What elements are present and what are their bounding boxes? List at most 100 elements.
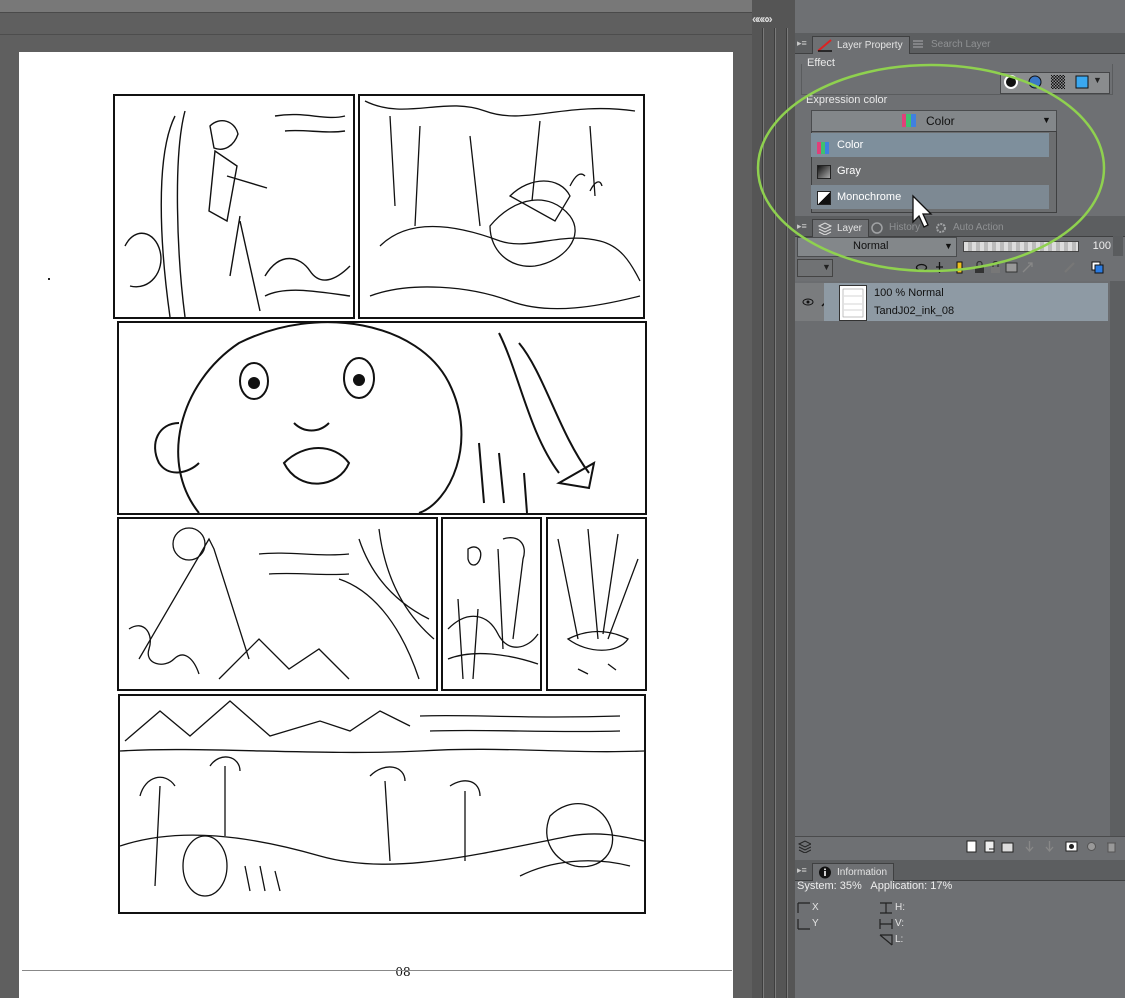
comic-panel-1 [113, 94, 355, 319]
opacity-value[interactable]: 100 [1081, 237, 1111, 255]
comic-panel-6 [546, 517, 647, 691]
h-size-icon [879, 902, 893, 914]
delete-layer-icon[interactable] [1105, 840, 1118, 853]
l-length-icon [879, 934, 893, 946]
option-color-label: Color [837, 139, 864, 151]
layer-property-tabbar: ▸≡ Layer Property Search Layer [795, 33, 1125, 54]
lock-layer-icon[interactable] [973, 260, 986, 274]
layer-row[interactable]: 100 % Normal TandJ02_ink_08 [824, 283, 1108, 321]
canvas-divider [0, 34, 752, 35]
comic-panel-7 [118, 694, 646, 914]
h-label: H: [895, 902, 905, 913]
option-gray[interactable]: Gray [811, 159, 1049, 183]
comic-panel-4 [117, 517, 438, 691]
create-mask-icon[interactable] [1065, 840, 1078, 853]
effect-more-chevron-icon[interactable]: ▼ [1093, 75, 1102, 85]
memory-usage-text: System: 35% Application: 17% [797, 880, 953, 892]
new-folder-icon[interactable] [1001, 840, 1014, 853]
option-gray-label: Gray [837, 165, 861, 177]
auto-action-icon [933, 221, 949, 234]
layer-color-effect-button[interactable] [1073, 73, 1091, 91]
layer-color-swatch-icon[interactable] [1091, 261, 1104, 274]
tab-layer-property-label: Layer Property [837, 40, 903, 51]
ruler-icon[interactable] [1063, 261, 1076, 274]
lock-transparency-icon[interactable] [989, 260, 1002, 274]
expression-color-selected: Color [926, 114, 955, 128]
tab-auto-action-label: Auto Action [953, 222, 1004, 233]
layer-property-icon [817, 39, 833, 52]
canvas-title-bar [0, 0, 752, 13]
v-size-icon [879, 918, 893, 930]
expression-color-label: Expression color [806, 94, 888, 106]
comic-panel-3 [117, 321, 647, 515]
right-dock-panel: ▸≡ Layer Property Search Layer Effect ▼ … [795, 0, 1125, 998]
info-panel-menu-grip-icon[interactable]: ▸≡ [797, 865, 807, 875]
comic-panel-2 [358, 94, 645, 319]
tab-history-label: History [889, 222, 921, 233]
tab-history[interactable]: History [865, 219, 926, 236]
information-tabbar: ▸≡ Information [795, 860, 1125, 881]
transfer-down-icon[interactable] [1023, 840, 1036, 853]
opacity-spin[interactable] [1113, 236, 1123, 256]
monochrome-mode-icon [817, 191, 831, 205]
mask-icon[interactable] [1005, 261, 1018, 274]
search-layer-icon [911, 38, 927, 51]
layer-name: TandJ02_ink_08 [874, 305, 955, 317]
clipping-icon[interactable] [1021, 261, 1034, 274]
tab-layer-label: Layer [837, 223, 863, 234]
merge-down-icon[interactable] [1043, 840, 1056, 853]
opacity-slider[interactable] [963, 241, 1079, 252]
tone-effect-button[interactable] [1026, 73, 1044, 91]
blend-mode-dropdown[interactable]: Normal ▼ [797, 237, 957, 257]
layer-list[interactable] [795, 281, 1110, 836]
tab-information[interactable]: Information [812, 863, 895, 881]
option-monochrome[interactable]: Monochrome [811, 185, 1049, 209]
tab-search-layer[interactable]: Search Layer [907, 36, 996, 53]
tab-information-label: Information [837, 867, 888, 878]
canvas-edge-line [22, 970, 732, 971]
visibility-eye-icon[interactable] [802, 297, 814, 307]
reference-layer-icon[interactable] [933, 261, 946, 274]
new-raster-layer-icon[interactable] [965, 840, 978, 853]
draft-layer-icon[interactable] [953, 261, 966, 274]
tab-layer[interactable]: Layer [812, 219, 870, 237]
blend-mode-chevron-icon: ▼ [944, 241, 953, 251]
option-monochrome-label: Monochrome [837, 191, 902, 203]
option-color[interactable]: Color [811, 133, 1049, 157]
lock-transparent-icon[interactable] [915, 261, 928, 274]
expression-color-dropdown[interactable]: Color ▼ [811, 110, 1057, 132]
x-position-icon [797, 902, 811, 914]
new-vector-layer-icon[interactable] [983, 840, 996, 853]
comic-panel-5 [441, 517, 542, 691]
dock-separator [752, 0, 795, 998]
blend-mode-value: Normal [853, 240, 889, 252]
y-position-icon [797, 918, 811, 930]
x-label: X [812, 902, 819, 913]
page-number: 08 [395, 965, 411, 979]
layer-opacity-mode: 100 % Normal [874, 287, 944, 299]
layer-color-chevron-icon: ▼ [822, 262, 831, 272]
dropdown-chevron-icon: ▼ [1042, 115, 1051, 125]
layer-list-scrollbar[interactable] [1110, 281, 1125, 836]
layer-panel-menu-grip-icon[interactable]: ▸≡ [797, 221, 807, 231]
apply-mask-icon[interactable] [1085, 840, 1098, 853]
information-icon [817, 866, 833, 879]
l-label: L: [895, 934, 904, 945]
tab-auto-action[interactable]: Auto Action [929, 219, 1010, 236]
layer-thumbnail [839, 285, 867, 321]
y-label: Y [812, 918, 819, 929]
color-mode-icon [817, 139, 829, 154]
layer-panel-icon [797, 840, 813, 854]
screentone-effect-button[interactable] [1049, 73, 1067, 91]
manga-page[interactable]: 08 [19, 52, 733, 998]
border-effect-button[interactable] [1002, 73, 1020, 91]
tab-search-layer-label: Search Layer [931, 39, 991, 50]
layer-tabbar: ▸≡ Layer History Auto Action [795, 216, 1125, 237]
canvas-dot-mark [48, 278, 50, 280]
layer-icon [817, 222, 833, 236]
color-mode-icon [902, 114, 916, 127]
gray-mode-icon [817, 165, 831, 179]
canvas-area[interactable]: 08 [0, 0, 752, 998]
tab-layer-property[interactable]: Layer Property [812, 36, 910, 54]
panel-menu-grip-icon[interactable]: ▸≡ [797, 38, 807, 48]
